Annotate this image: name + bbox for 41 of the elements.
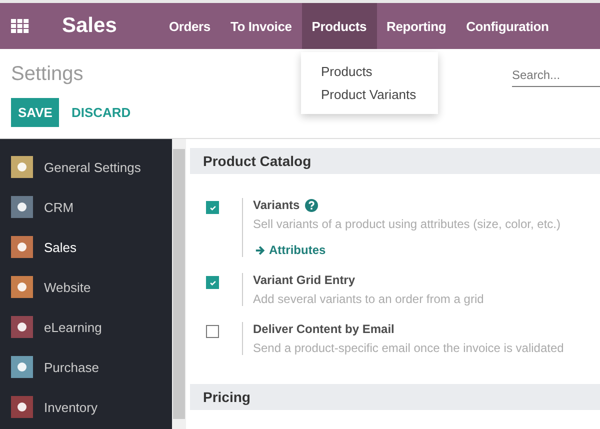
setting-description: Sell variants of a product using attributes (size, color, etc.)	[253, 217, 560, 231]
setting-description: Send a product-specific email once the invoice is validated	[253, 341, 564, 355]
sidebar-label: Sales	[44, 240, 77, 254]
checkmark-icon	[208, 204, 216, 212]
sidebar-label: Website	[44, 280, 91, 294]
sidebar-label: CRM	[44, 200, 74, 214]
arrow-icon	[255, 244, 266, 256]
dropdown-item[interactable]: Products	[301, 60, 438, 83]
menu-item[interactable]: Orders	[159, 3, 220, 49]
checkbox[interactable]	[206, 201, 219, 214]
app-name: Sales	[62, 14, 118, 38]
menu-item[interactable]: To Invoice	[220, 3, 302, 49]
menu-item[interactable]: Reporting	[376, 3, 456, 49]
dropdown-item[interactable]: Product Variants	[301, 83, 438, 106]
section-title: Pricing	[203, 389, 250, 405]
page-title: Settings	[11, 63, 84, 86]
sidebar-item[interactable]: Purchase	[0, 347, 172, 387]
sidebar-label: eLearning	[44, 320, 102, 334]
setting-title: Variants	[253, 198, 300, 212]
checkbox[interactable]	[206, 276, 219, 289]
sidebar-label: Inventory	[44, 400, 98, 414]
setting-title: Variant Grid Entry	[253, 273, 356, 287]
help-icon[interactable]	[304, 198, 318, 212]
attributes-link[interactable]: Attributes	[255, 243, 326, 257]
scrollbar[interactable]	[172, 139, 186, 429]
sidebar-label: General Settings	[44, 160, 141, 174]
sidebar-label: Purchase	[44, 360, 99, 374]
checkmark-icon	[208, 278, 216, 286]
sidebar-item[interactable]: CRM	[0, 187, 172, 227]
setting-description: Add several variants to an order from a grid	[253, 292, 484, 306]
apps-menu-icon[interactable]	[11, 19, 29, 33]
section-title: Product Catalog	[203, 153, 312, 169]
setting-title: Deliver Content by Email	[253, 322, 394, 336]
sidebar-item[interactable]: Inventory	[0, 387, 172, 427]
sidebar-item[interactable]: eLearning	[0, 307, 172, 347]
sidebar-item[interactable]: Website	[0, 267, 172, 307]
menu-item[interactable]: Products	[302, 3, 377, 49]
checkbox[interactable]	[206, 325, 219, 338]
sidebar-item[interactable]: General Settings	[0, 147, 172, 187]
menu-item[interactable]: Configuration	[456, 3, 559, 49]
sidebar-item[interactable]: Sales	[0, 227, 172, 267]
